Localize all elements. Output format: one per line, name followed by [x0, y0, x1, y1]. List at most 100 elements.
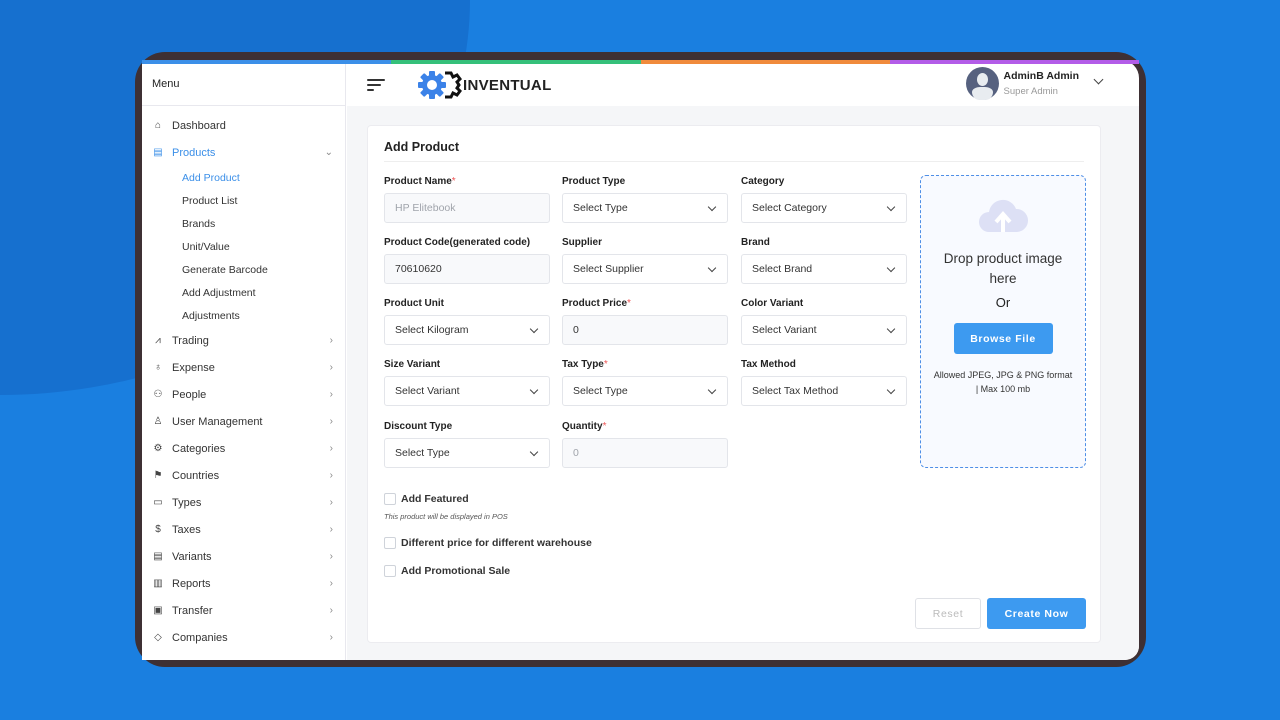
- sidebar-item-people[interactable]: ⚇ People ›: [142, 381, 345, 408]
- select-dropdown[interactable]: Select Kilogram: [384, 315, 550, 345]
- sidebar-item-user-management[interactable]: ♙ User Management ›: [142, 408, 345, 435]
- sidebar-item-reports[interactable]: ▥ Reports ›: [142, 570, 345, 597]
- label-text: Size Variant: [384, 359, 441, 370]
- menu-toggle-icon[interactable]: [367, 76, 385, 94]
- sidebar-item-types[interactable]: ▭ Types ›: [142, 489, 345, 516]
- map-icon: ⚑: [153, 470, 163, 481]
- sidebar-item-expense[interactable]: ♁ Expense ›: [142, 354, 345, 381]
- checkbox-option[interactable]: Different price for different warehouse: [384, 537, 592, 549]
- sidebar-subitem[interactable]: Generate Barcode: [142, 258, 345, 281]
- sidebar-item-dashboard[interactable]: ⌂ Dashboard: [142, 112, 345, 139]
- label-text: Product Price: [562, 298, 628, 309]
- chevron-down-icon: ⌄: [324, 147, 333, 158]
- label-text: Supplier: [562, 237, 603, 248]
- sidebar-item-label: Companies: [172, 631, 228, 644]
- select-dropdown[interactable]: Select Supplier: [562, 254, 728, 284]
- label-text: Product Type: [562, 176, 626, 187]
- sidebar-subitem[interactable]: Adjustments: [142, 304, 345, 327]
- text-input[interactable]: HP Elitebook: [384, 193, 550, 223]
- user-menu[interactable]: AdminB Admin Super Admin: [965, 67, 1104, 100]
- chevron-right-icon: ›: [329, 524, 333, 535]
- label-text: Discount Type: [384, 421, 453, 432]
- sidebar-item-categories[interactable]: ⚙ Categories ›: [142, 435, 345, 462]
- required-mark: *: [602, 421, 607, 432]
- chevron-down-icon[interactable]: [1093, 74, 1104, 85]
- field-label: Product Type: [562, 176, 728, 187]
- sidebar-item-taxes[interactable]: $ Taxes ›: [142, 516, 345, 543]
- chevron-right-icon: ›: [329, 578, 333, 589]
- image-dropzone[interactable]: Drop product image here Or Browse File A…: [920, 175, 1086, 468]
- label-text: Category: [741, 176, 785, 187]
- label-text: Product Name: [384, 176, 452, 187]
- sidebar-subitem[interactable]: Add Adjustment: [142, 281, 345, 304]
- sidebar-subitem[interactable]: Unit/Value: [142, 235, 345, 258]
- checkbox-option[interactable]: Add Promotional Sale: [384, 565, 510, 577]
- chevron-right-icon: ›: [329, 551, 333, 562]
- required-mark: *: [451, 176, 456, 187]
- chart-icon: ⩘: [155, 335, 161, 346]
- sidebar-item-trading[interactable]: ⩘ Trading ›: [142, 327, 345, 354]
- dollar-icon: $: [155, 524, 161, 535]
- select-dropdown[interactable]: Select Brand: [741, 254, 907, 284]
- divider: [384, 161, 1084, 162]
- select-dropdown[interactable]: Select Variant: [741, 315, 907, 345]
- sidebar-item-label: Variants: [172, 550, 212, 563]
- field-label: Brand: [741, 237, 907, 248]
- sidebar-item-label: Taxes: [172, 523, 201, 536]
- bus-icon: ▣: [153, 605, 163, 616]
- sidebar-subitem[interactable]: Brands: [142, 212, 345, 235]
- checkbox[interactable]: [384, 493, 396, 505]
- checkbox[interactable]: [384, 565, 396, 577]
- field-label: Color Variant: [741, 298, 907, 309]
- field-tax-type: Tax Type* Select Type: [562, 359, 728, 406]
- chevron-right-icon: ›: [329, 389, 333, 400]
- sidebar-nav: ⌂ Dashboard ▤ Products ⌄ Add Product Product L…: [142, 106, 345, 651]
- create-now-button[interactable]: Create Now: [987, 598, 1086, 629]
- sidebar-subitem[interactable]: Add Product: [142, 166, 345, 189]
- user-icon: ♙: [153, 416, 163, 427]
- list-icon: ▤: [153, 147, 163, 158]
- checkbox-label: Different price for different warehouse: [401, 537, 592, 549]
- required-mark: *: [603, 359, 608, 370]
- chevron-right-icon: ›: [329, 335, 333, 346]
- label-text: Color Variant: [741, 298, 804, 309]
- label-text: Tax Type: [562, 359, 604, 370]
- select-dropdown[interactable]: Select Type: [384, 438, 550, 468]
- sidebar-item-label: Expense: [172, 361, 215, 374]
- field-product-code-generated-code-: Product Code(generated code) 70610620: [384, 237, 550, 284]
- select-dropdown[interactable]: Select Tax Method: [741, 376, 907, 406]
- sidebar-item-companies[interactable]: ◇ Companies ›: [142, 624, 345, 651]
- label-text: Quantity: [562, 421, 603, 432]
- field-size-variant: Size Variant Select Variant: [384, 359, 550, 406]
- upload-note: Allowed JPEG, JPG & PNG format | Max 100…: [933, 370, 1073, 394]
- select-dropdown[interactable]: Select Variant: [384, 376, 550, 406]
- checkbox[interactable]: [384, 537, 396, 549]
- sidebar-item-transfer[interactable]: ▣ Transfer ›: [142, 597, 345, 624]
- chevron-right-icon: ›: [329, 470, 333, 481]
- select-dropdown[interactable]: Select Type: [562, 193, 728, 223]
- chevron-right-icon: ›: [329, 632, 333, 643]
- field-product-price: Product Price* 0: [562, 298, 728, 345]
- checkbox-option[interactable]: Add Featured: [384, 493, 469, 505]
- checkbox-label: Add Featured: [401, 493, 469, 505]
- select-dropdown[interactable]: Select Category: [741, 193, 907, 223]
- chevron-right-icon: ›: [329, 416, 333, 427]
- field-label: Product Unit: [384, 298, 550, 309]
- text-input[interactable]: 0: [562, 315, 728, 345]
- sidebar-item-variants[interactable]: ▤ Variants ›: [142, 543, 345, 570]
- browse-file-button[interactable]: Browse File: [953, 323, 1053, 354]
- field-label: Category: [741, 176, 907, 187]
- select-dropdown[interactable]: Select Type: [562, 376, 728, 406]
- page-title: Add Product: [384, 140, 459, 154]
- sidebar-item-label: Trading: [172, 334, 209, 347]
- reset-button[interactable]: Reset: [915, 598, 981, 629]
- text-input[interactable]: 0: [562, 438, 728, 468]
- user-name: AdminB Admin: [1003, 70, 1079, 82]
- home-icon: ⌂: [154, 120, 162, 131]
- text-input[interactable]: 70610620: [384, 254, 550, 284]
- sidebar-subitem[interactable]: Product List: [142, 189, 345, 212]
- sidebar-item-countries[interactable]: ⚑ Countries ›: [142, 462, 345, 489]
- field-discount-type: Discount Type Select Type: [384, 421, 550, 468]
- chevron-right-icon: ›: [329, 443, 333, 454]
- sidebar-item-products[interactable]: ▤ Products ⌄: [142, 139, 345, 166]
